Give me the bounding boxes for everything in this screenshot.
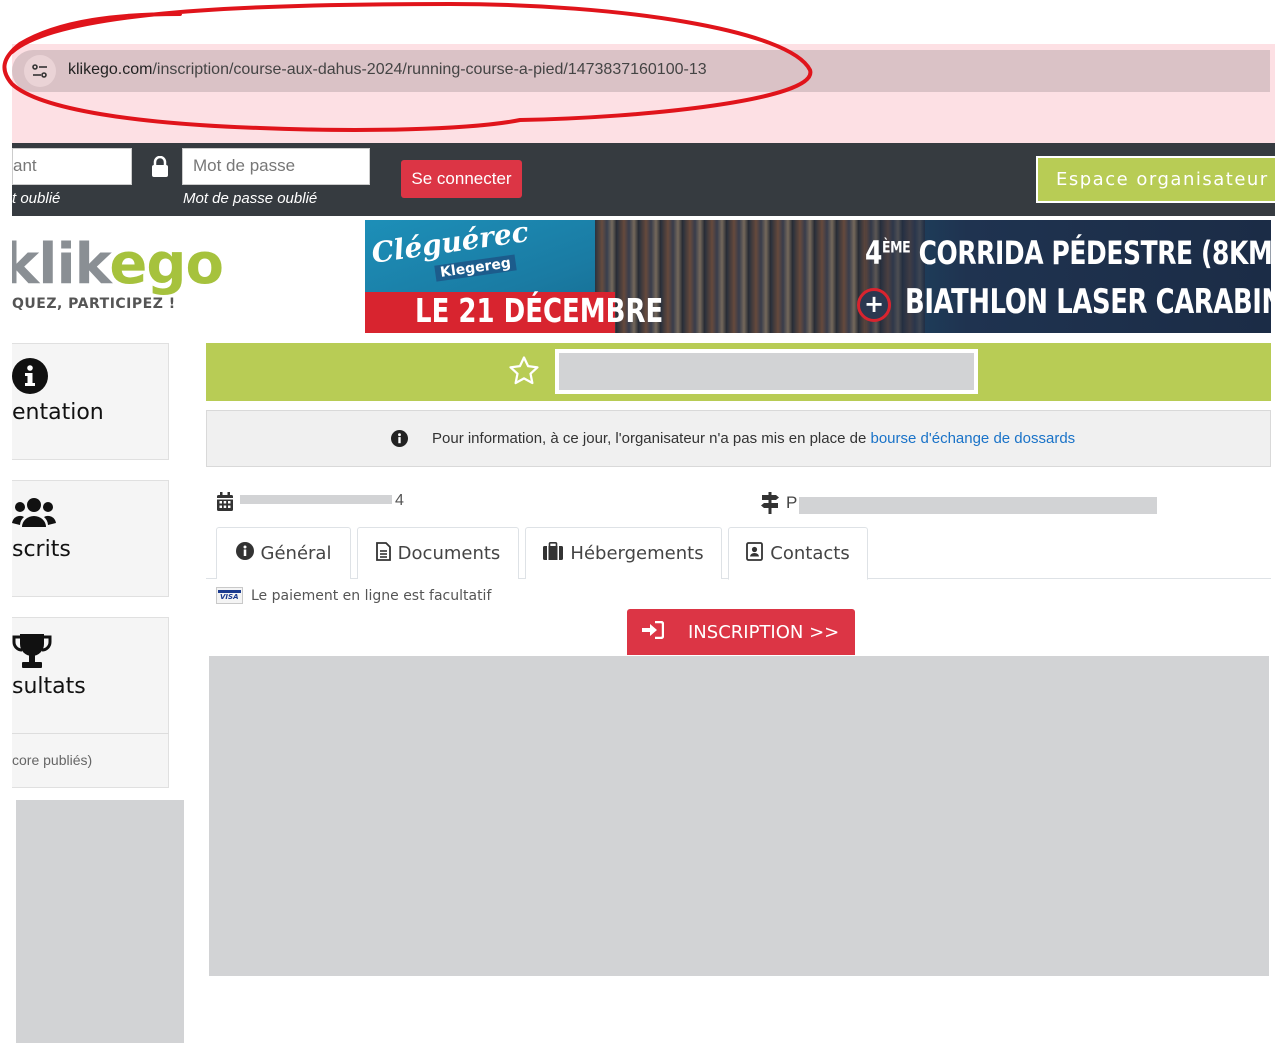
tab-label: Général <box>260 543 332 564</box>
connect-button[interactable]: Se connecter <box>401 160 522 198</box>
redacted-sidebar-block <box>16 800 184 1043</box>
calendar-icon <box>216 492 234 516</box>
info-text: Pour information, à ce jour, l'organisat… <box>432 430 1076 447</box>
users-icon <box>12 495 56 535</box>
redacted-content-block <box>209 656 1269 976</box>
tab-hebergements[interactable]: Hébergements <box>525 527 722 579</box>
payment-info: Le paiement en ligne est facultatif <box>216 587 491 604</box>
info-circle-icon <box>12 358 48 398</box>
banner-date: LE 21 DÉCEMBRE <box>415 293 664 331</box>
sidebar-item-resultats[interactable]: sultats core publiés) <box>12 617 169 788</box>
forgot-identifiant-link[interactable]: t oublié <box>12 190 60 207</box>
inscription-label: INSCRIPTION >> <box>688 621 840 643</box>
bourse-dossards-link[interactable]: bourse d'échange de dossards <box>870 430 1075 447</box>
payment-text: Le paiement en ligne est facultatif <box>251 587 492 604</box>
banner-plus-badge: + <box>857 288 891 322</box>
organizer-space-button[interactable]: Espace organisateur <box>1036 156 1275 203</box>
identifiant-field[interactable]: ant <box>12 148 132 185</box>
divider <box>12 733 169 734</box>
sidebar-label-inscrits: scrits <box>12 537 71 562</box>
sidebar-label-resultats: sultats <box>12 674 86 699</box>
tab-contacts[interactable]: Contacts <box>728 527 868 580</box>
signpost-icon <box>760 492 780 518</box>
redacted-date <box>240 495 392 504</box>
url-path: /inscription/course-aux-dahus-2024/runni… <box>152 61 707 78</box>
banner-line2: BIATHLON LASER CARABINE <box>905 282 1271 322</box>
suitcase-icon <box>543 542 564 565</box>
logo-tagline: QUEZ, PARTICIPEZ ! <box>12 296 176 312</box>
inscription-button[interactable]: INSCRIPTION >> <box>627 609 855 655</box>
resultats-note: core publiés) <box>12 752 93 768</box>
tab-documents[interactable]: Documents <box>357 527 519 579</box>
redacted-place <box>799 497 1157 514</box>
tab-label: Documents <box>397 543 501 564</box>
date-tail: 4 <box>395 492 404 509</box>
url-text[interactable]: klikego.com/inscription/course-aux-dahus… <box>68 61 707 79</box>
lock-icon <box>150 155 170 182</box>
address-card-icon <box>746 541 764 566</box>
star-icon[interactable] <box>507 354 541 392</box>
info-circle-icon <box>391 430 408 451</box>
sidebar-item-inscrits[interactable]: scrits <box>12 480 169 597</box>
file-icon <box>375 541 391 566</box>
logo-word: klikego <box>12 232 224 297</box>
tune-icon[interactable] <box>24 55 56 87</box>
sidebar-item-presentation[interactable]: entation <box>12 343 169 460</box>
sidebar-label-presentation: entation <box>12 400 104 425</box>
banner-line1: 4ÈME CORRIDA PÉDESTRE (8KM) <box>865 234 1271 272</box>
place-initial: P <box>786 493 798 512</box>
password-field[interactable]: Mot de passe <box>182 148 370 185</box>
visa-card-icon <box>216 587 243 604</box>
klikego-logo[interactable]: klikego QUEZ, PARTICIPEZ ! <box>12 232 232 322</box>
info-circle-icon <box>235 542 254 565</box>
url-host: klikego.com <box>68 61 153 78</box>
tab-label: Contacts <box>770 543 850 564</box>
forgot-password-link[interactable]: Mot de passe oublié <box>183 190 317 207</box>
trophy-icon <box>12 632 52 674</box>
tab-general[interactable]: Général <box>216 527 351 579</box>
sign-in-icon <box>642 620 665 644</box>
event-banner[interactable]: Cléguérec Klegereg LE 21 DÉCEMBRE 4ÈME C… <box>365 220 1271 333</box>
redacted-event-title <box>555 349 978 394</box>
tab-label: Hébergements <box>570 543 704 564</box>
